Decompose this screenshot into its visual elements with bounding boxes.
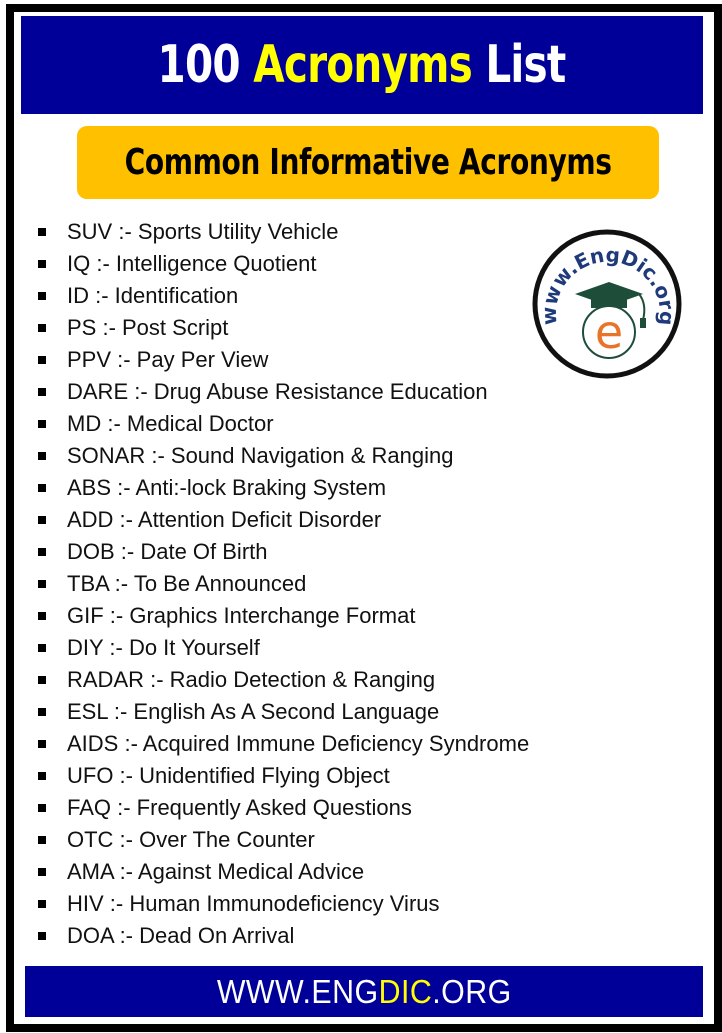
acronym-text: SUV :- Sports Utility Vehicle	[67, 219, 339, 244]
acronym-text: PPV :- Pay Per View	[67, 347, 269, 372]
bullet-icon	[38, 580, 46, 588]
bullet-icon	[38, 644, 46, 652]
acronym-item: SONAR :- Sound Navigation & Ranging	[38, 440, 529, 472]
bullet-icon	[38, 932, 46, 940]
bullet-icon	[38, 548, 46, 556]
acronym-item: ID :- Identification	[38, 280, 529, 312]
engdic-logo: www.EngDic.org e	[532, 229, 682, 379]
title-prefix: 100	[158, 35, 254, 95]
bullet-icon	[38, 388, 46, 396]
subtitle: Common Informative Acronyms	[124, 142, 612, 183]
acronym-item: PS :- Post Script	[38, 312, 529, 344]
acronym-item: MD :- Medical Doctor	[38, 408, 529, 440]
acronym-text: DARE :- Drug Abuse Resistance Education	[67, 379, 488, 404]
bullet-icon	[38, 612, 46, 620]
acronym-item: DARE :- Drug Abuse Resistance Education	[38, 376, 529, 408]
bullet-icon	[38, 708, 46, 716]
acronym-item: DIY :- Do It Yourself	[38, 632, 529, 664]
footer-banner: WWW.ENGDIC.ORG	[25, 966, 703, 1017]
acronym-item: PPV :- Pay Per View	[38, 344, 529, 376]
acronym-item: OTC :- Over The Counter	[38, 824, 529, 856]
acronym-text: ADD :- Attention Deficit Disorder	[67, 507, 382, 532]
acronym-text: MD :- Medical Doctor	[67, 411, 274, 436]
acronym-item: DOA :- Dead On Arrival	[38, 920, 529, 952]
acronym-item: SUV :- Sports Utility Vehicle	[38, 216, 529, 248]
acronym-text: AMA :- Against Medical Advice	[67, 859, 365, 884]
acronym-item: ESL :- English As A Second Language	[38, 696, 529, 728]
footer-website[interactable]: WWW.ENGDIC.ORG	[217, 973, 512, 1011]
acronym-text: DIY :- Do It Yourself	[67, 635, 260, 660]
subtitle-banner: Common Informative Acronyms	[77, 126, 659, 199]
bullet-icon	[38, 516, 46, 524]
acronym-text: AIDS :- Acquired Immune Deficiency Syndr…	[67, 731, 530, 756]
acronym-text: OTC :- Over The Counter	[67, 827, 315, 852]
acronym-text: HIV :- Human Immunodeficiency Virus	[67, 891, 440, 916]
footer-suffix: .ORG	[431, 972, 512, 1010]
bullet-icon	[38, 292, 46, 300]
acronym-text: DOA :- Dead On Arrival	[67, 923, 295, 948]
bullet-icon	[38, 324, 46, 332]
acronym-item: RADAR :- Radio Detection & Ranging	[38, 664, 529, 696]
acronym-text: DOB :- Date Of Birth	[67, 539, 268, 564]
acronym-text: RADAR :- Radio Detection & Ranging	[67, 667, 436, 692]
acronym-text: ESL :- English As A Second Language	[67, 699, 440, 724]
acronym-text: UFO :- Unidentified Flying Object	[67, 763, 390, 788]
bullet-icon	[38, 900, 46, 908]
bullet-icon	[38, 676, 46, 684]
bullet-icon	[38, 484, 46, 492]
acronym-item: FAQ :- Frequently Asked Questions	[38, 792, 529, 824]
acronym-text: FAQ :- Frequently Asked Questions	[67, 795, 412, 820]
title-accent: Acronyms	[253, 35, 474, 95]
bullet-icon	[38, 228, 46, 236]
acronym-list: SUV :- Sports Utility Vehicle IQ :- Intel…	[38, 216, 529, 952]
infographic-page: 100 Acronyms List Common Informative Acr…	[0, 0, 722, 1033]
acronym-item: AMA :- Against Medical Advice	[38, 856, 529, 888]
footer-accent: DIC	[378, 972, 432, 1010]
acronym-item: ADD :- Attention Deficit Disorder	[38, 504, 529, 536]
bullet-icon	[38, 740, 46, 748]
acronym-item: HIV :- Human Immunodeficiency Virus	[38, 888, 529, 920]
acronym-text: ID :- Identification	[67, 283, 239, 308]
page-title: 100 Acronyms List	[158, 35, 567, 95]
acronym-text: SONAR :- Sound Navigation & Ranging	[67, 443, 454, 468]
bullet-icon	[38, 868, 46, 876]
title-suffix: List	[472, 35, 567, 95]
footer-prefix: WWW.ENG	[216, 972, 379, 1010]
bullet-icon	[38, 804, 46, 812]
acronym-item: UFO :- Unidentified Flying Object	[38, 760, 529, 792]
acronym-text: TBA :- To Be Announced	[67, 571, 307, 596]
bullet-icon	[38, 260, 46, 268]
acronym-text: IQ :- Intelligence Quotient	[67, 251, 317, 276]
logo-e-letter: e	[595, 305, 623, 359]
bullet-icon	[38, 452, 46, 460]
acronym-item: IQ :- Intelligence Quotient	[38, 248, 529, 280]
acronym-text: PS :- Post Script	[67, 315, 229, 340]
acronym-item: DOB :- Date Of Birth	[38, 536, 529, 568]
bullet-icon	[38, 836, 46, 844]
header-banner: 100 Acronyms List	[21, 16, 703, 114]
acronym-item: TBA :- To Be Announced	[38, 568, 529, 600]
acronym-text: ABS :- Anti:-lock Braking System	[67, 475, 387, 500]
bullet-icon	[38, 420, 46, 428]
acronym-text: GIF :- Graphics Interchange Format	[67, 603, 416, 628]
bullet-icon	[38, 772, 46, 780]
acronym-item: GIF :- Graphics Interchange Format	[38, 600, 529, 632]
acronym-item: ABS :- Anti:-lock Braking System	[38, 472, 529, 504]
bullet-icon	[38, 356, 46, 364]
acronym-item: AIDS :- Acquired Immune Deficiency Syndr…	[38, 728, 529, 760]
